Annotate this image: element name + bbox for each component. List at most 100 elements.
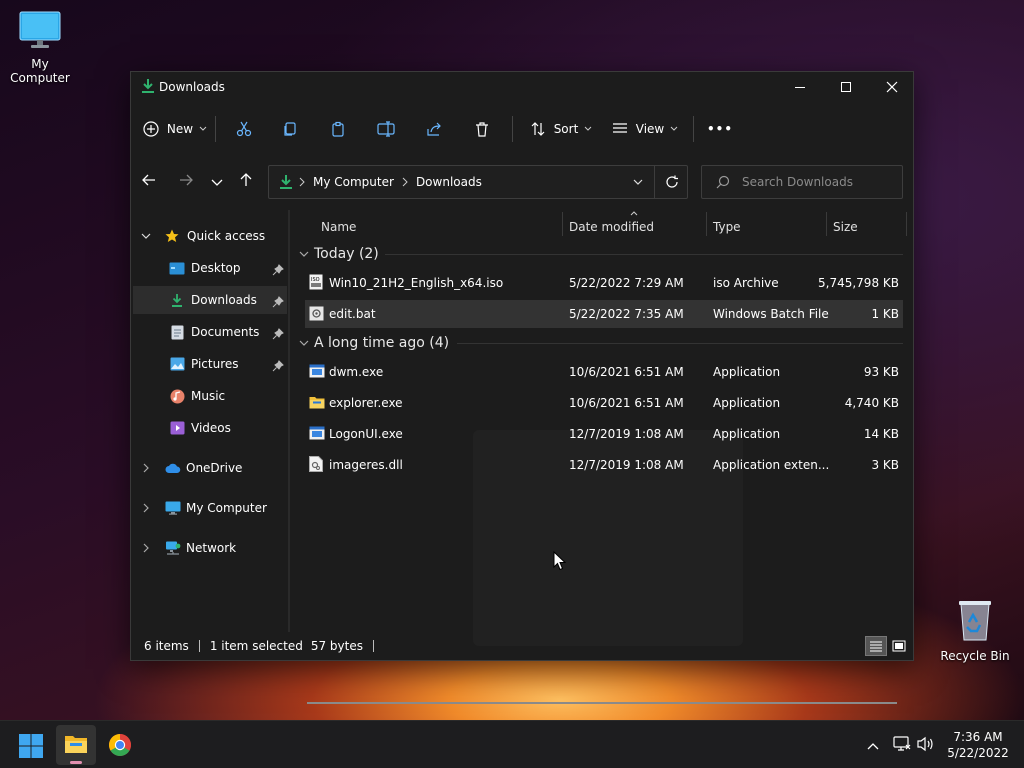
pane-splitter[interactable] xyxy=(288,210,290,632)
sidebar-item-onedrive[interactable]: OneDrive xyxy=(133,454,287,482)
sidebar-item-videos[interactable]: Videos xyxy=(133,414,287,442)
title-bar[interactable]: Downloads xyxy=(131,72,913,102)
column-divider[interactable] xyxy=(562,212,563,236)
documents-icon xyxy=(171,325,184,339)
recent-locations-button[interactable] xyxy=(211,176,223,190)
sort-button[interactable]: Sort xyxy=(519,113,603,145)
taskbar: 7:36 AM 5/22/2022 xyxy=(0,720,1024,768)
network-status-button[interactable] xyxy=(893,736,911,755)
desktop-my-computer-label: My Computer xyxy=(10,57,70,85)
my-computer-label: My Computer xyxy=(186,501,267,515)
clock[interactable]: 7:36 AM 5/22/2022 xyxy=(940,729,1016,761)
search-placeholder: Search Downloads xyxy=(742,175,853,189)
file-size: 5,745,798 KB xyxy=(818,276,899,290)
download-icon xyxy=(280,175,292,189)
recycle-bin-icon xyxy=(959,601,991,641)
sidebar-item-desktop[interactable]: Desktop xyxy=(133,254,287,282)
pin-icon[interactable] xyxy=(272,296,284,308)
start-button[interactable] xyxy=(18,733,44,762)
column-header-name[interactable]: Name xyxy=(321,216,356,238)
group-header-today[interactable]: Today (2) xyxy=(297,242,903,266)
back-button[interactable] xyxy=(141,172,157,191)
rename-button[interactable] xyxy=(362,113,410,145)
column-divider[interactable] xyxy=(906,212,907,236)
windows-logo-icon xyxy=(19,734,43,758)
table-row[interactable]: explorer.exe 10/6/2021 6:51 AM Applicati… xyxy=(305,389,903,417)
column-divider[interactable] xyxy=(706,212,707,236)
network-icon xyxy=(166,541,181,555)
pin-icon[interactable] xyxy=(272,328,284,340)
paste-button[interactable] xyxy=(314,113,362,145)
chevron-right-icon xyxy=(143,503,149,513)
desktop-recycle-bin[interactable]: Recycle Bin xyxy=(935,598,1015,663)
group-header-long-time-ago[interactable]: A long time ago (4) xyxy=(297,331,903,355)
maximize-icon xyxy=(841,82,851,92)
up-button[interactable] xyxy=(238,172,254,191)
sidebar-item-downloads[interactable]: Downloads xyxy=(133,286,287,314)
pin-icon[interactable] xyxy=(272,264,284,276)
new-label: New xyxy=(166,122,194,136)
close-button[interactable] xyxy=(869,72,915,102)
desktop-my-computer[interactable]: My Computer xyxy=(0,10,80,85)
search-box[interactable]: Search Downloads xyxy=(701,165,903,199)
maximize-button[interactable] xyxy=(823,72,869,102)
sidebar-item-quick-access[interactable]: Quick access xyxy=(133,222,287,250)
iso-icon: ISO xyxy=(309,274,323,290)
tiles-view-button[interactable] xyxy=(889,636,909,656)
table-row[interactable]: dwm.exe 10/6/2021 6:51 AM Application 93… xyxy=(305,358,903,386)
rename-icon xyxy=(377,121,395,137)
chevron-down-icon xyxy=(670,126,678,131)
file-size: 14 KB xyxy=(863,427,899,441)
minimize-button[interactable] xyxy=(777,72,823,102)
address-bar[interactable]: My Computer Downloads xyxy=(268,165,688,199)
file-name: dwm.exe xyxy=(329,365,384,379)
share-button[interactable] xyxy=(410,113,458,145)
network-label: Network xyxy=(186,541,237,555)
volume-button[interactable] xyxy=(917,736,935,755)
more-options-button[interactable]: ••• xyxy=(700,113,740,145)
chevron-right-icon xyxy=(299,177,305,187)
sidebar-item-documents[interactable]: Documents xyxy=(133,318,287,346)
taskbar-chrome[interactable] xyxy=(108,733,132,760)
music-icon xyxy=(170,389,185,403)
breadcrumb-my-computer[interactable]: My Computer xyxy=(313,175,394,189)
breadcrumb-downloads[interactable]: Downloads xyxy=(416,175,482,189)
quick-access-label: Quick access xyxy=(187,229,266,243)
refresh-button[interactable] xyxy=(654,165,688,199)
desktop-icon xyxy=(169,262,185,274)
sidebar-item-label: Music xyxy=(191,389,226,403)
taskbar-file-explorer[interactable] xyxy=(56,725,96,765)
chevron-down-icon xyxy=(299,340,309,346)
new-button[interactable]: New xyxy=(141,113,209,145)
table-row[interactable]: ISO Win10_21H2_English_x64.iso 5/22/2022… xyxy=(305,269,903,297)
show-hidden-icons-button[interactable] xyxy=(867,739,879,753)
column-header-date[interactable]: Date modified xyxy=(569,216,654,238)
search-icon xyxy=(716,175,730,189)
sort-indicator-icon xyxy=(630,211,638,216)
videos-icon xyxy=(170,421,185,435)
desktop-recycle-bin-label: Recycle Bin xyxy=(940,649,1010,663)
delete-button[interactable] xyxy=(458,113,506,145)
copy-button[interactable] xyxy=(266,113,314,145)
sidebar-item-pictures[interactable]: Pictures xyxy=(133,350,287,378)
sidebar-item-music[interactable]: Music xyxy=(133,382,287,410)
pin-icon[interactable] xyxy=(272,360,284,372)
svg-text:ISO: ISO xyxy=(311,277,320,283)
sidebar-item-my-computer[interactable]: My Computer xyxy=(133,494,287,522)
column-header-type[interactable]: Type xyxy=(713,216,741,238)
view-button[interactable]: View xyxy=(603,113,687,145)
file-date: 10/6/2021 6:51 AM xyxy=(569,365,684,379)
status-item-count: 6 items xyxy=(144,639,189,653)
chevron-down-icon[interactable] xyxy=(633,179,643,186)
sort-icon xyxy=(531,122,545,136)
sidebar-item-network[interactable]: Network xyxy=(133,534,287,562)
column-divider[interactable] xyxy=(826,212,827,236)
horizontal-scrollbar[interactable] xyxy=(307,702,897,704)
table-row[interactable]: edit.bat 5/22/2022 7:35 AM Windows Batch… xyxy=(305,300,903,328)
column-header-size[interactable]: Size xyxy=(833,216,858,238)
folder-app-icon xyxy=(309,397,325,409)
chevron-right-icon xyxy=(402,177,408,187)
forward-button[interactable] xyxy=(178,172,194,191)
cut-button[interactable] xyxy=(222,113,266,145)
details-view-button[interactable] xyxy=(865,636,887,656)
